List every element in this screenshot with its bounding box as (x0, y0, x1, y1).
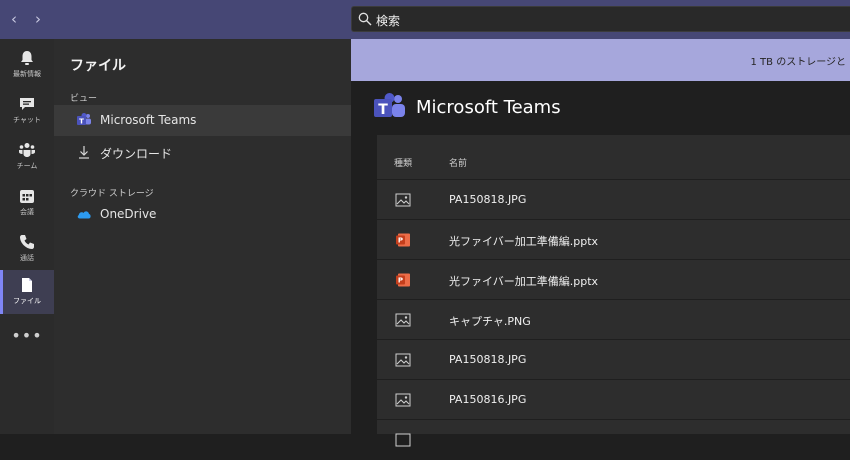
image-file-icon (395, 433, 411, 447)
file-name: PA150816.JPG (449, 393, 527, 406)
image-file-icon (395, 353, 411, 367)
svg-text:T: T (79, 117, 84, 125)
svg-text:P: P (398, 237, 403, 245)
rail-label: チーム (16, 162, 38, 170)
rail-label: 最新情報 (13, 70, 41, 78)
file-icon (22, 278, 32, 292)
onedrive-icon (77, 211, 91, 219)
column-header-name[interactable]: 名前 (449, 156, 467, 169)
sidebar-item-onedrive[interactable]: OneDrive (54, 199, 351, 230)
image-file-icon (395, 193, 411, 207)
bell-icon (21, 51, 33, 65)
sidebar-item-downloads[interactable]: ダウンロード (54, 137, 351, 168)
chat-icon (20, 98, 34, 110)
cloud-storage-section-label: クラウド ストレージ (70, 189, 154, 199)
image-file-icon (395, 393, 411, 407)
svg-text:T: T (378, 102, 388, 118)
files-sidebar: ファイル ビュー T Microsoft Teams ダウンロード クラウド ス… (54, 39, 351, 434)
table-row[interactable] (377, 420, 850, 460)
rail-item-meetings[interactable]: 会議 (0, 181, 54, 225)
sidebar-item-microsoft-teams[interactable]: T Microsoft Teams (54, 105, 351, 136)
file-name: 光ファイバー加工準備編.pptx (449, 235, 599, 248)
banner-text: 1 TB のストレージと (750, 57, 847, 68)
rail-item-activity[interactable]: 最新情報 (0, 43, 54, 87)
storage-banner: 1 TB のストレージと (351, 39, 850, 81)
rail-label: 会議 (20, 208, 34, 216)
teams-logo-icon: T (374, 93, 405, 118)
image-file-icon (395, 313, 411, 327)
rail-item-chat[interactable]: チャット (0, 89, 54, 133)
page-title: Microsoft Teams (416, 97, 561, 118)
teams-logo-icon: T (77, 113, 91, 125)
app-rail: 最新情報 チャット チーム 会議 通話 ファイル ••• (0, 39, 54, 434)
rail-item-teams[interactable]: チーム (0, 135, 54, 179)
calendar-icon (20, 190, 34, 203)
rail-label: チャット (13, 116, 41, 124)
file-name: キャプチャ.PNG (449, 315, 531, 328)
back-arrow-icon[interactable]: ‹ (4, 9, 24, 29)
search-input[interactable]: 検索 (351, 6, 850, 32)
sidebar-item-label: OneDrive (100, 207, 157, 221)
forward-arrow-icon[interactable]: › (28, 9, 48, 29)
download-icon (79, 146, 89, 159)
rail-item-calls[interactable]: 通話 (0, 227, 54, 271)
title-bar: ‹ › 検索 (0, 0, 850, 39)
file-name: PA150818.JPG (449, 353, 527, 366)
table-row[interactable]: キャプチャ.PNG (377, 300, 850, 340)
table-row[interactable]: PA150818.JPG (377, 180, 850, 220)
view-section-label: ビュー (70, 94, 98, 104)
rail-label: 通話 (20, 254, 34, 262)
sidebar-item-label: ダウンロード (100, 147, 173, 161)
file-name: PA150818.JPG (449, 193, 527, 206)
powerpoint-file-icon: P (396, 233, 410, 247)
teams-icon (19, 143, 35, 157)
table-header: 種類 名前 (377, 135, 850, 180)
powerpoint-file-icon: P (396, 273, 410, 287)
column-header-type[interactable]: 種類 (394, 156, 412, 169)
main-content: 1 TB のストレージと T Microsoft Teams 種類 名前 PA1… (351, 39, 850, 460)
more-apps-icon[interactable]: ••• (0, 326, 54, 350)
svg-text:P: P (398, 277, 403, 285)
table-row[interactable]: P 光ファイバー加工準備編.pptx (377, 220, 850, 260)
rail-item-files[interactable]: ファイル (0, 270, 54, 314)
table-row[interactable]: PA150816.JPG (377, 380, 850, 420)
sidebar-item-label: Microsoft Teams (100, 113, 197, 127)
search-icon (358, 12, 372, 26)
table-row[interactable]: PA150818.JPG (377, 340, 850, 380)
rail-label: ファイル (13, 297, 41, 305)
sidebar-title: ファイル (70, 58, 126, 74)
files-table: 種類 名前 PA150818.JPG P 光ファイバー加工準備編.pptx P … (377, 135, 850, 460)
phone-icon (20, 235, 34, 249)
search-placeholder: 検索 (376, 14, 401, 28)
table-row[interactable]: P 光ファイバー加工準備編.pptx (377, 260, 850, 300)
file-name: 光ファイバー加工準備編.pptx (449, 275, 599, 288)
